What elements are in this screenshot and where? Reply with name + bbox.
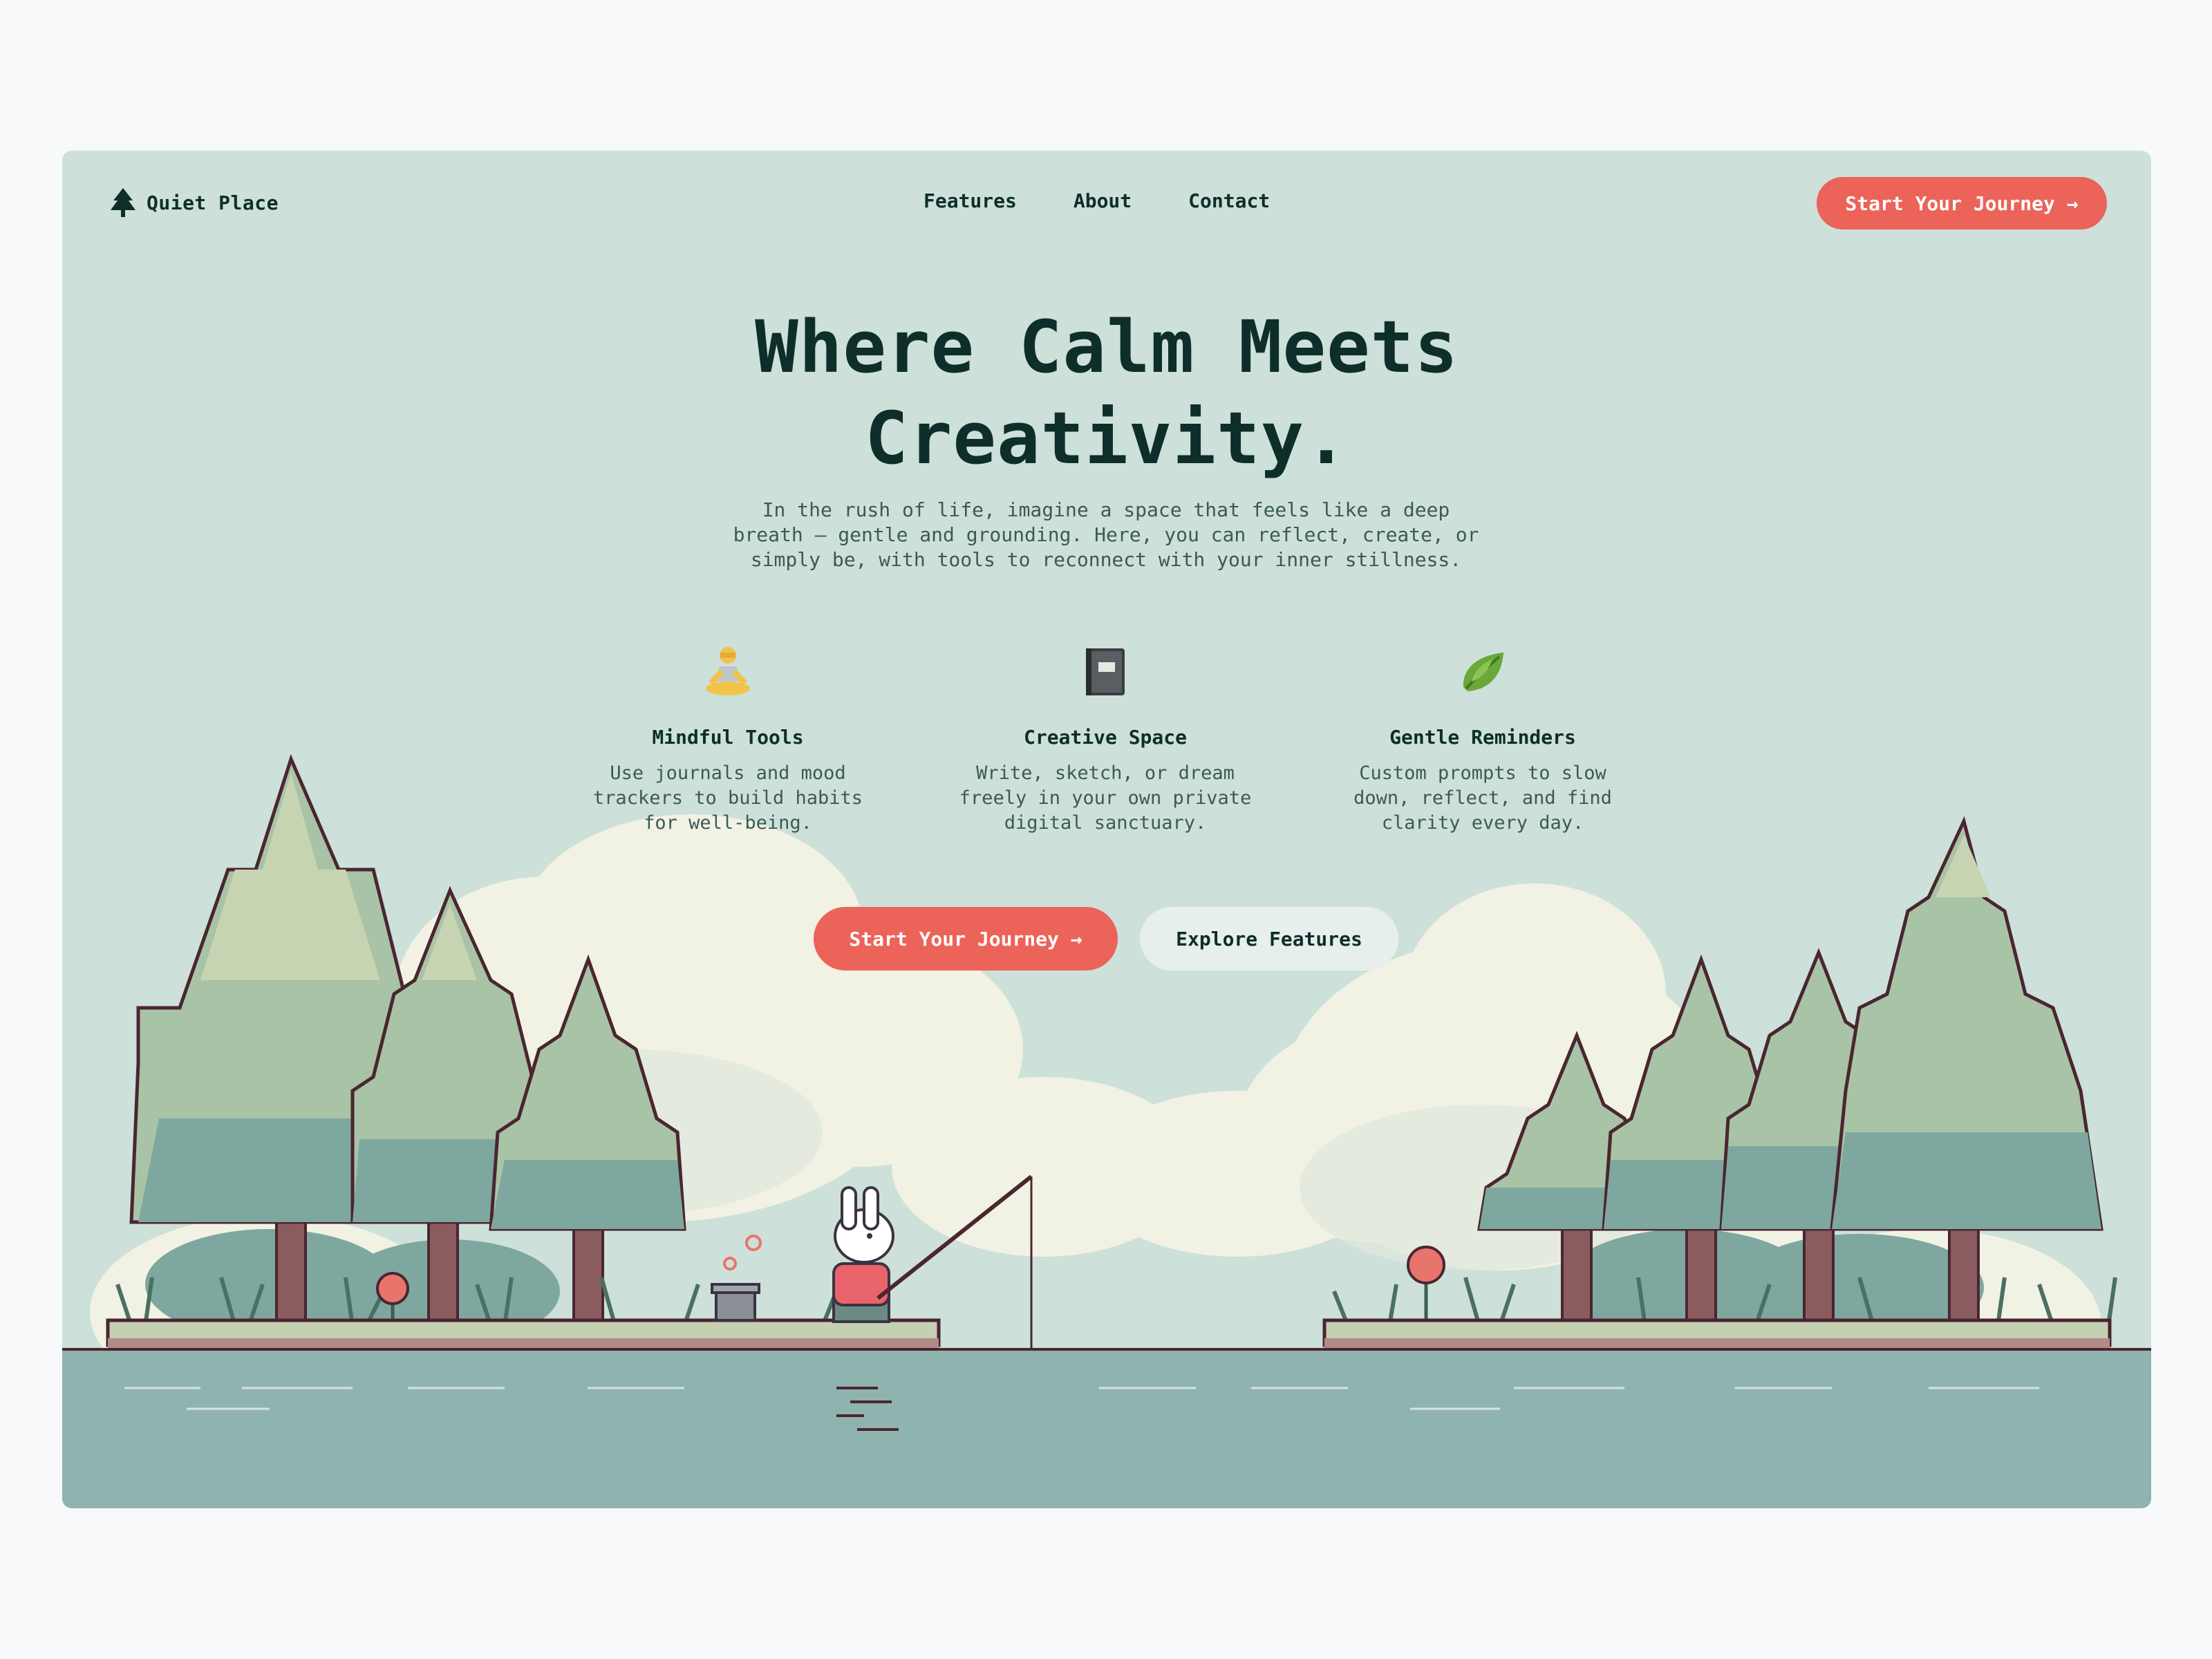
hero-subtitle: In the rush of life, imagine a space tha… <box>722 498 1490 572</box>
meditating-person-icon <box>706 647 750 695</box>
feature-description: Use journals and mood trackers to build … <box>569 761 887 836</box>
nav-links: Features About Contact <box>924 189 1270 212</box>
feature-title: Mindful Tools <box>652 726 804 749</box>
feature-desc-line: freely in your own private <box>959 787 1252 809</box>
hero-subtitle-line-3: simply be, with tools to reconnect with … <box>750 548 1462 571</box>
leaf-icon <box>1463 653 1503 691</box>
bucket <box>711 1235 762 1322</box>
pine-tree-icon <box>111 188 135 217</box>
nav-link-about[interactable]: About <box>1074 189 1132 212</box>
feature-desc-line: Use journals and mood <box>610 762 846 784</box>
feature-desc-line: Write, sketch, or dream <box>976 762 1235 784</box>
feature-title: Creative Space <box>1023 726 1187 749</box>
start-journey-button[interactable]: Start Your Journey → <box>814 907 1118 971</box>
feature-desc-line: digital sanctuary. <box>1004 812 1207 834</box>
hero-title-line-1: Where Calm Meets <box>755 305 1459 389</box>
feature-creative-space: Creative Space Write, sketch, or dream f… <box>946 643 1264 836</box>
hero-subtitle-line-2: breath — gentle and grounding. Here, you… <box>733 523 1479 546</box>
logo-text: Quiet Place <box>147 191 279 214</box>
feature-desc-line: for well-being. <box>644 812 812 834</box>
nav-link-features[interactable]: Features <box>924 189 1017 212</box>
hero-subtitle-line-1: In the rush of life, imagine a space tha… <box>762 498 1450 521</box>
hero-title-line-2: Creativity. <box>865 396 1349 480</box>
explore-features-button[interactable]: Explore Features <box>1140 907 1398 971</box>
lake <box>62 1348 2151 1508</box>
feature-title: Gentle Reminders <box>1389 726 1576 749</box>
feature-desc-line: trackers to build habits <box>592 787 863 809</box>
feature-gentle-reminders: Gentle Reminders Custom prompts to slow … <box>1324 643 1642 836</box>
hero-title: Where Calm Meets Creativity. <box>62 301 2151 484</box>
feature-description: Write, sketch, or dream freely in your o… <box>946 761 1264 836</box>
feature-mindful-tools: Mindful Tools Use journals and mood trac… <box>569 643 887 836</box>
feature-desc-line: clarity every day. <box>1381 812 1584 834</box>
feature-desc-line: down, reflect, and find <box>1353 787 1612 809</box>
notebook-icon <box>1086 648 1125 695</box>
ground <box>106 1318 2112 1348</box>
logo[interactable]: Quiet Place <box>111 188 279 217</box>
nav-link-contact[interactable]: Contact <box>1188 189 1270 212</box>
feature-desc-line: Custom prompts to slow <box>1359 762 1606 784</box>
landing-hero-frame: Quiet Place Features About Contact Start… <box>62 151 2151 1508</box>
nav-start-journey-button[interactable]: Start Your Journey → <box>1817 177 2107 229</box>
feature-description: Custom prompts to slow down, reflect, an… <box>1324 761 1642 836</box>
top-navigation: Quiet Place Features About Contact Start… <box>62 151 2151 254</box>
